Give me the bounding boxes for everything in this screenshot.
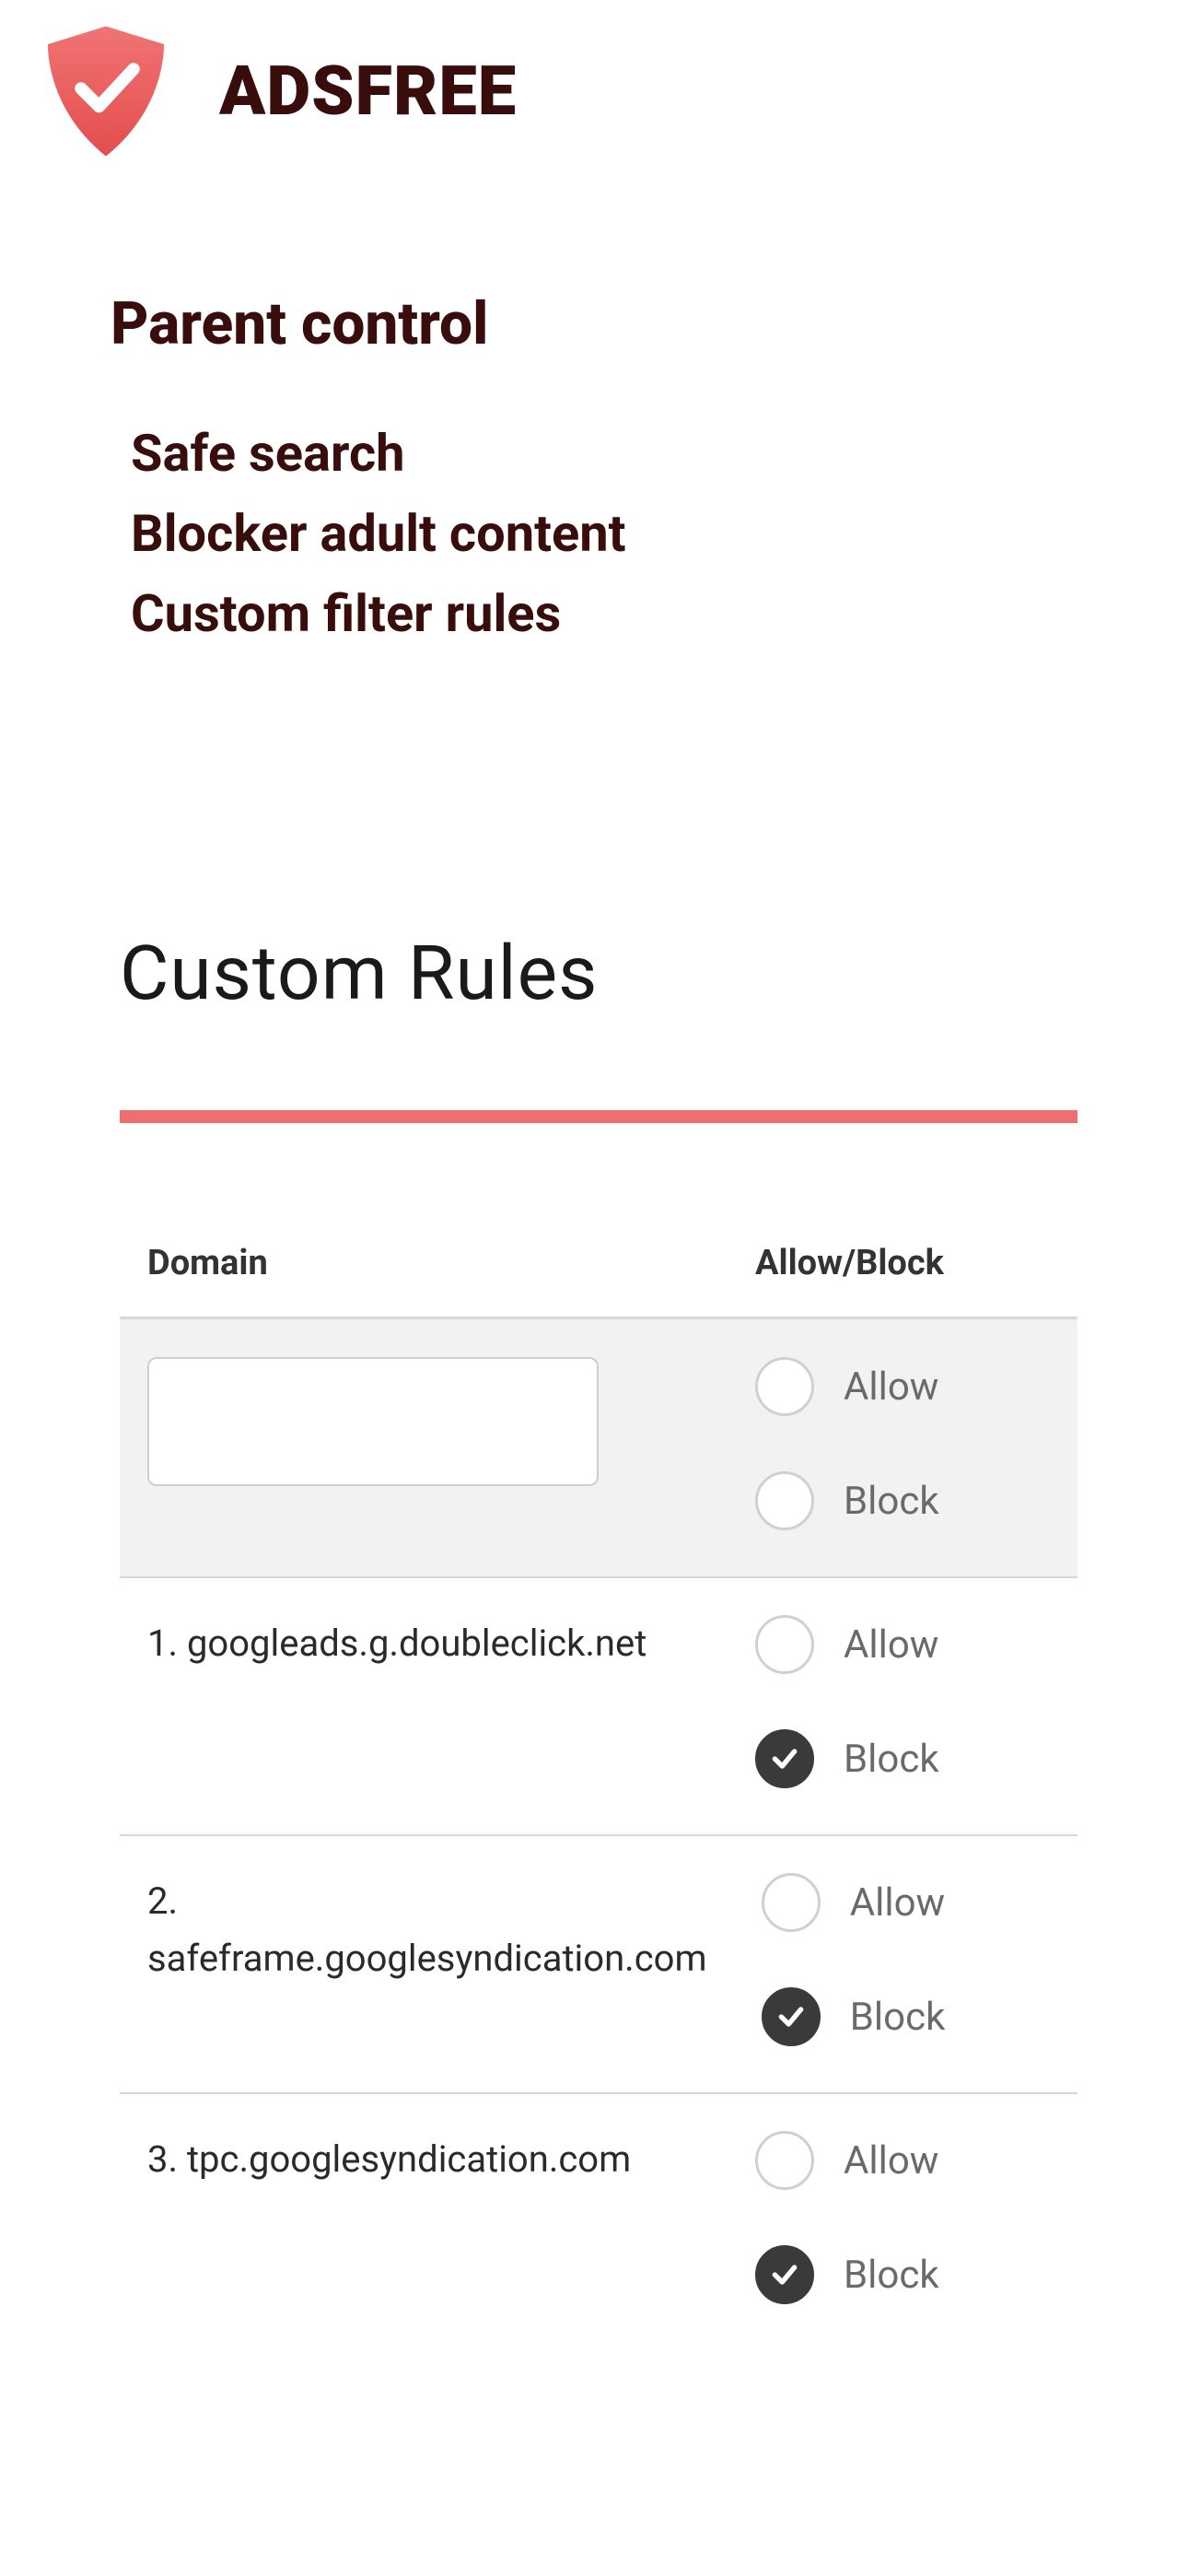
parent-control-title: Parent control (111, 289, 1188, 358)
cell-domain: 1. googleads.g.doubleclick.net (147, 1615, 755, 1788)
parent-item-custom-filter[interactable]: Custom filter rules (131, 574, 1188, 654)
table-head: Domain Allow/Block (120, 1243, 1077, 1317)
radio-allow[interactable]: Allow (755, 2131, 1050, 2190)
cell-actions-new: Allow Block (755, 1357, 1050, 1530)
radio-allow[interactable]: Allow (762, 1873, 1050, 1932)
radio-block[interactable]: Block (762, 1987, 1050, 2046)
parent-control-section: Parent control Safe search Blocker adult… (0, 160, 1188, 653)
radio-label-allow: Allow (844, 2138, 938, 2184)
radio-label-allow: Allow (844, 1364, 938, 1410)
radio-circle-allow[interactable] (755, 2131, 814, 2190)
radio-label-block: Block (850, 1995, 946, 2040)
app-name: ADSFREE (219, 52, 517, 132)
rule-domain: tpc.googlesyndication.com (187, 2137, 631, 2181)
cell-actions: Allow Block (755, 1615, 1050, 1788)
radio-circle-block[interactable] (755, 2245, 814, 2304)
accent-bar (120, 1110, 1077, 1123)
radio-label-block: Block (844, 1479, 939, 1524)
radio-circle-block[interactable] (755, 1729, 814, 1788)
cell-actions: Allow Block (755, 2131, 1050, 2304)
radio-circle-allow[interactable] (762, 1873, 821, 1932)
radio-block[interactable]: Block (755, 1729, 1050, 1788)
check-icon (776, 2002, 806, 2032)
parent-item-safe-search[interactable]: Safe search (131, 414, 1188, 494)
cell-domain-new (147, 1357, 755, 1530)
radio-label-block: Block (844, 1737, 939, 1782)
table-row: 2. safeframe.googlesyndication.com Allow… (120, 1836, 1077, 2094)
table-row: 3. tpc.googlesyndication.com Allow Block (120, 2094, 1077, 2350)
rule-domain: safeframe.googlesyndication.com (147, 1937, 707, 1980)
rules-table: Domain Allow/Block Allow B (120, 1243, 1077, 2350)
radio-block-new[interactable]: Block (755, 1471, 1050, 1530)
radio-circle-block[interactable] (755, 1471, 814, 1530)
custom-rules-section: Custom Rules Domain Allow/Block Allow (0, 653, 1188, 2350)
check-icon (770, 1744, 799, 1774)
domain-input[interactable] (147, 1357, 599, 1486)
rule-index: 1. (147, 1622, 178, 1665)
parent-item-blocker-adult[interactable]: Blocker adult content (131, 494, 1188, 574)
cell-domain: 2. safeframe.googlesyndication.com (147, 1873, 762, 2046)
table-row-new: Allow Block (120, 1320, 1077, 1578)
custom-rules-title: Custom Rules (120, 930, 1077, 1018)
cell-actions: Allow Block (762, 1873, 1050, 2046)
cell-domain: 3. tpc.googlesyndication.com (147, 2131, 755, 2304)
radio-allow-new[interactable]: Allow (755, 1357, 1050, 1416)
col-header-domain: Domain (147, 1243, 755, 1283)
radio-circle-block[interactable] (762, 1987, 821, 2046)
radio-circle-allow[interactable] (755, 1615, 814, 1674)
col-header-action: Allow/Block (755, 1243, 1050, 1283)
shield-check-icon (37, 22, 175, 160)
parent-control-list: Safe search Blocker adult content Custom… (111, 414, 1188, 653)
radio-block[interactable]: Block (755, 2245, 1050, 2304)
radio-allow[interactable]: Allow (755, 1615, 1050, 1674)
check-icon (770, 2260, 799, 2289)
app-header: ADSFREE (0, 0, 1188, 160)
rule-index: 2. (147, 1879, 178, 1923)
rule-domain: googleads.g.doubleclick.net (187, 1622, 646, 1665)
table-row: 1. googleads.g.doubleclick.net Allow Blo… (120, 1578, 1077, 1836)
radio-label-allow: Allow (850, 1880, 945, 1926)
radio-circle-allow[interactable] (755, 1357, 814, 1416)
radio-label-block: Block (844, 2253, 939, 2298)
rule-index: 3. (147, 2137, 178, 2181)
radio-label-allow: Allow (844, 1622, 938, 1668)
